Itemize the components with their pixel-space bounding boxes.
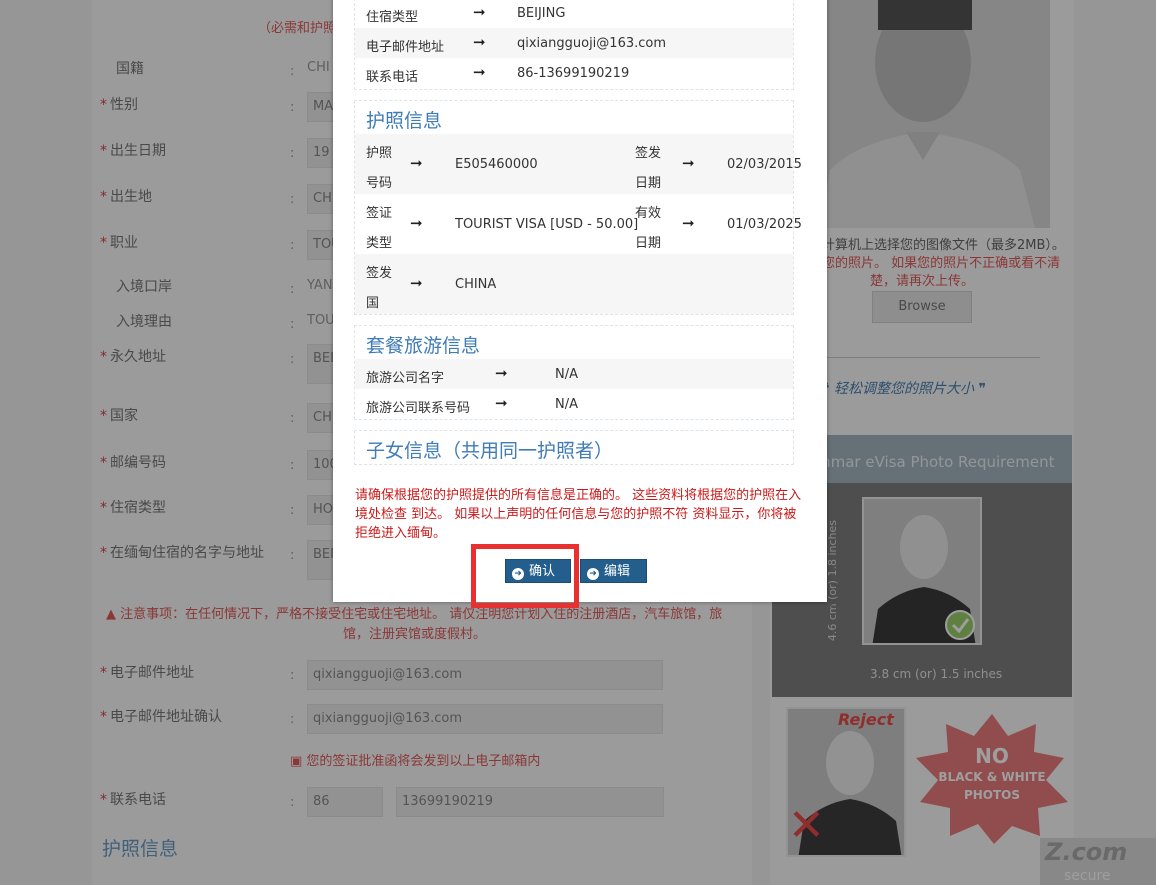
row-value: CHINA — [455, 277, 497, 292]
highlight-box — [471, 544, 579, 608]
arrow-right-icon: ➞ — [410, 154, 423, 172]
row-value: BEIJING — [517, 6, 566, 21]
row-label: 有效 — [635, 206, 662, 221]
row-label: 旅游公司名字 — [366, 371, 445, 386]
row-value: 01/03/2025 — [727, 217, 802, 232]
row-label: 日期 — [635, 176, 662, 191]
row-label: 联系电话 — [366, 70, 419, 85]
row-label: 类型 — [366, 236, 393, 251]
row-label: 签发 — [635, 146, 662, 161]
contact-row — [355, 0, 793, 28]
edit-button[interactable]: ➜ 编辑 — [580, 559, 647, 583]
row-value: E505460000 — [455, 157, 538, 172]
arrow-right-icon: ➞ — [410, 214, 423, 232]
row-label: 旅游公司联系号码 — [366, 401, 471, 416]
arrow-right-icon: ➞ — [473, 33, 486, 51]
row-label: 电子邮件地址 — [366, 40, 445, 55]
tour-panel-title: 套餐旅游信息 — [366, 335, 481, 357]
row-label: 签发 — [366, 266, 393, 281]
row-value: TOURIST VISA [USD - 50.00] — [455, 217, 639, 232]
arrow-right-circle-icon: ➜ — [587, 568, 599, 580]
row-label: 日期 — [635, 236, 662, 251]
row-label: 护照 — [366, 146, 393, 161]
row-label: 国 — [366, 296, 380, 311]
row-label: 号码 — [366, 176, 393, 191]
arrow-right-icon: ➞ — [473, 63, 486, 81]
arrow-right-icon: ➞ — [473, 3, 486, 21]
resize-grip-icon[interactable]: ⟋ — [829, 596, 837, 611]
row-value: qixiangguoji@163.com — [517, 36, 667, 51]
row-value: 02/03/2015 — [727, 157, 802, 172]
declaration-warning: 请确保根据您的护照提供的所有信息是正确的。 这些资料将根据您的护照在入境处检查 … — [355, 488, 802, 541]
arrow-right-icon: ➞ — [682, 214, 695, 232]
row-label: 住宿类型 — [366, 10, 419, 25]
row-value: 86-13699190219 — [517, 66, 630, 81]
row-value: N/A — [555, 367, 578, 382]
arrow-right-icon: ➞ — [495, 364, 508, 382]
arrow-right-icon: ➞ — [495, 394, 508, 412]
row-value: N/A — [555, 397, 578, 412]
arrow-right-icon: ➞ — [410, 274, 423, 292]
children-panel-title: 子女信息（共用同一护照者） — [366, 440, 614, 462]
passport-panel-title: 护照信息 — [366, 110, 443, 132]
row-label: 签证 — [366, 206, 393, 221]
arrow-right-icon: ➞ — [682, 154, 695, 172]
